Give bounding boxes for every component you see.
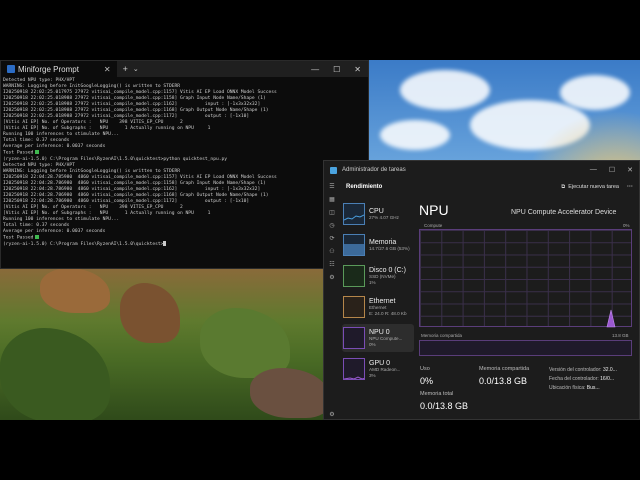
- disk-thumbnail: [343, 265, 365, 287]
- device-npu[interactable]: NPU 0 NPU Compute... 0%: [342, 324, 414, 352]
- cpu-thumbnail: [343, 203, 365, 225]
- shared-memory-graph: [419, 340, 632, 356]
- terminal-line: (ryzen-ai-1.5.0) C:\Program Files\RyzenA…: [3, 241, 366, 248]
- device-name: Ethernet: [369, 297, 396, 305]
- device-ethernet[interactable]: Ethernet Ethernet E: 24.0 R: 48.0 Kb: [342, 293, 414, 321]
- new-tab-button[interactable]: +: [123, 64, 128, 74]
- section-header: Rendimiento ⧉ Ejecutar nueva tarea ···: [340, 179, 639, 195]
- more-options-button[interactable]: ···: [627, 184, 639, 190]
- device-sub2: 1%: [369, 279, 376, 285]
- minimize-icon[interactable]: —: [311, 65, 319, 74]
- location-row: Ubicación física: Bus...: [549, 385, 600, 391]
- app-history-icon[interactable]: ◷: [327, 222, 337, 230]
- usage-value: 0%: [420, 376, 434, 386]
- device-name: NPU 0: [369, 328, 390, 336]
- nav-rail: ☰ ▦ ◫ ◷ ⟳ ⚇ ☷ ⚙ ⚙: [324, 179, 340, 419]
- shared-memory-graph-label: Memoria compartida: [421, 333, 463, 338]
- pass-indicator-icon: [35, 234, 40, 239]
- run-new-task-button[interactable]: ⧉ Ejecutar nueva tarea: [561, 184, 619, 191]
- cliff: [120, 283, 180, 343]
- startup-icon[interactable]: ⟳: [327, 235, 337, 243]
- close-icon[interactable]: ✕: [627, 166, 633, 174]
- window-title: Administrador de tareas: [342, 167, 406, 173]
- maximize-icon[interactable]: ☐: [609, 166, 615, 174]
- close-icon[interactable]: ✕: [354, 65, 361, 74]
- device-name: GPU 0: [369, 359, 391, 367]
- driver-date-value: 16/0...: [600, 376, 615, 382]
- section-title: Rendimiento: [346, 184, 383, 190]
- graph-max-label: 0%: [623, 223, 630, 228]
- driver-version-row: Versión del controlador: 32.0...: [549, 367, 617, 373]
- cloud: [400, 70, 490, 110]
- run-task-icon: ⧉: [561, 183, 566, 190]
- npu-detail-title: NPU: [419, 202, 449, 218]
- location-label: Ubicación física:: [549, 385, 586, 391]
- device-sub2: E: 24.0 R: 48.0 Kb: [369, 310, 407, 316]
- users-icon[interactable]: ⚇: [327, 248, 337, 256]
- rocks: [250, 368, 330, 418]
- graph-label: Compute: [424, 223, 443, 228]
- close-tab-icon[interactable]: ✕: [104, 65, 111, 74]
- task-manager-titlebar[interactable]: Administrador de tareas — ☐ ✕: [324, 161, 639, 179]
- usage-label: Uso: [420, 366, 430, 372]
- npu-compute-graph: [419, 229, 632, 328]
- device-name: CPU: [369, 207, 384, 215]
- letterbox-top: [0, 0, 640, 60]
- npu-usage-spike: [606, 309, 616, 328]
- npu-thumbnail: [343, 327, 365, 349]
- terminal-titlebar[interactable]: Miniforge Prompt ✕ + ⌄ — ☐ ✕: [1, 61, 368, 77]
- cloud: [380, 120, 450, 150]
- device-name: Disco 0 (C:): [369, 266, 406, 274]
- device-sub: 14.7/27.6 GB (53%): [369, 245, 410, 251]
- terminal-icon: [7, 65, 15, 73]
- device-cpu[interactable]: CPU 27% 4.07 GHz: [342, 200, 414, 228]
- landscape-scene: [0, 268, 330, 423]
- device-disk[interactable]: Disco 0 (C:) SSD (NVMe) 1%: [342, 262, 414, 290]
- terminal-tab[interactable]: Miniforge Prompt ✕: [1, 61, 117, 77]
- settings-icon[interactable]: ⚙: [327, 411, 337, 419]
- total-memory-label: Memoria total: [420, 391, 454, 397]
- ethernet-thumbnail: [343, 296, 365, 318]
- location-value: Bus...: [586, 385, 600, 391]
- letterbox-bottom: [0, 420, 640, 480]
- performance-icon[interactable]: ◫: [327, 209, 337, 217]
- shared-memory-value: 0.0/13.8 GB: [479, 376, 528, 386]
- terminal-window[interactable]: Miniforge Prompt ✕ + ⌄ — ☐ ✕ Detected NP…: [0, 60, 369, 269]
- text-cursor: [163, 241, 167, 247]
- device-memory[interactable]: Memoria 14.7/27.6 GB (53%): [342, 231, 414, 259]
- services-icon[interactable]: ⚙: [327, 274, 337, 282]
- shared-memory-label: Memoria compartida: [479, 366, 530, 372]
- terminal-output[interactable]: Detected NPU type: PHX/HPT WARNING: Loggi…: [1, 77, 368, 249]
- driver-date-label: Fecha del controlador:: [549, 376, 599, 382]
- driver-date-row: Fecha del controlador: 16/0...: [549, 376, 614, 382]
- device-gpu[interactable]: GPU 0 AMD Radeon... 3%: [342, 355, 414, 383]
- run-task-label: Ejecutar nueva tarea: [568, 184, 619, 190]
- device-list: CPU 27% 4.07 GHz Memoria 14.7/27.6 GB (5…: [342, 200, 414, 386]
- hamburger-menu-icon[interactable]: ☰: [327, 183, 337, 191]
- gpu-thumbnail: [343, 358, 365, 380]
- cloud: [560, 75, 630, 110]
- pass-indicator-icon: [35, 150, 40, 155]
- task-manager-icon: [330, 166, 337, 174]
- device-sub: 27% 4.07 GHz: [369, 214, 399, 220]
- details-icon[interactable]: ☷: [327, 261, 337, 269]
- cliff: [40, 268, 110, 313]
- driver-version-label: Versión del controlador:: [549, 367, 602, 373]
- device-name: Memoria: [369, 238, 397, 246]
- total-memory-value: 0.0/13.8 GB: [420, 401, 469, 411]
- device-sub2: 3%: [369, 372, 376, 378]
- shared-memory-graph-max: 13.8 GB: [612, 333, 629, 338]
- hillside: [0, 328, 110, 423]
- terminal-tab-title: Miniforge Prompt: [18, 64, 79, 74]
- npu-model-name: NPU Compute Accelerator Device: [511, 209, 617, 216]
- memory-thumbnail: [343, 234, 365, 256]
- minimize-icon[interactable]: —: [590, 166, 597, 174]
- driver-version-value: 32.0...: [602, 367, 617, 373]
- device-sub2: 0%: [369, 341, 376, 347]
- processes-icon[interactable]: ▦: [327, 196, 337, 204]
- maximize-icon[interactable]: ☐: [333, 65, 340, 74]
- chevron-down-icon[interactable]: ⌄: [133, 65, 139, 73]
